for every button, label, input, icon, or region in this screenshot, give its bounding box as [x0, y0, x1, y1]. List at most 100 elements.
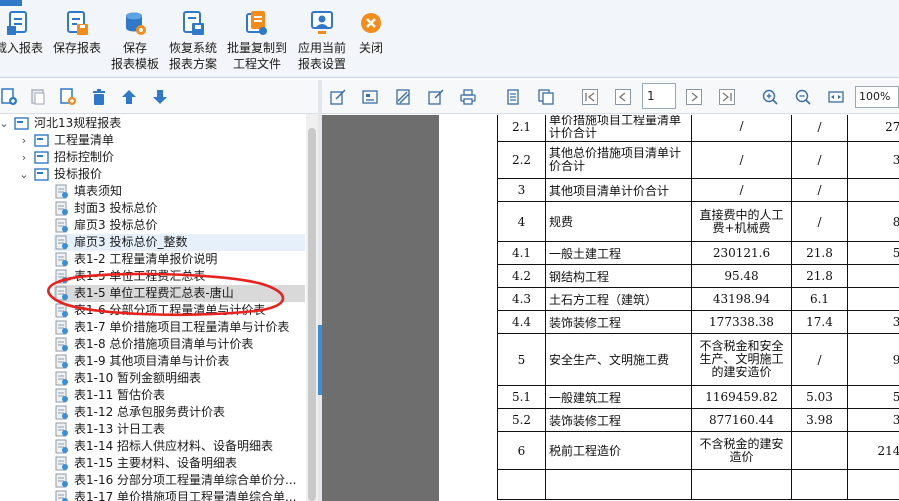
row-item-name: 装饰装修工程	[545, 310, 692, 334]
load-report-button[interactable]: 载入报表	[0, 10, 46, 76]
batch-copy-icon	[246, 11, 267, 35]
row-amount: 34	[847, 408, 899, 432]
edit-icon[interactable]	[330, 89, 346, 105]
tree-report-label: 表1-8 总价措施项目清单与计价表	[74, 337, 254, 351]
row-rate: 5.03	[791, 385, 848, 409]
report-file-icon	[55, 388, 68, 403]
row-number: 5.2	[497, 408, 546, 432]
tree-report-label: 扉页3 投标总价	[74, 218, 158, 232]
next-page-icon[interactable]	[686, 89, 702, 105]
row-number: 4	[497, 201, 546, 242]
row-basis: 877160.44	[691, 408, 792, 432]
tree-report-label: 表1-5 单位工程费汇总表-唐山	[74, 286, 234, 300]
report-tree-toolbar	[0, 80, 318, 114]
row-rate: /	[791, 178, 848, 202]
row-basis: 不含税金的建安造价	[691, 431, 792, 470]
apply-settings-button[interactable]: 应用当前 报表设置	[294, 10, 350, 76]
row-basis: 1169459.82	[691, 385, 792, 409]
copy-icon[interactable]	[538, 89, 554, 105]
design-icon[interactable]	[362, 89, 378, 105]
zoom-in-icon[interactable]	[762, 89, 778, 105]
table-row: 5.1一般建筑工程 1169459.825.0358	[497, 385, 899, 409]
row-amount	[847, 264, 899, 288]
report-page: 2.1单价措施项目工程量清单计价合计//2742.2其他总价措施项目清单计价合计…	[439, 115, 899, 501]
row-rate: /	[791, 141, 848, 179]
row-item-name: 安全生产、文明施工费	[545, 333, 692, 386]
table-row: 4.4装饰装修工程 177338.3817.430	[497, 310, 899, 334]
format-icon[interactable]	[395, 89, 411, 105]
batch-copy-button[interactable]: 批量复制到 工程文件	[224, 10, 290, 76]
row-number: 2.1	[497, 115, 546, 142]
report-file-icon	[55, 371, 68, 386]
row-number: 5.1	[497, 385, 546, 409]
zoom-select[interactable]: 100%	[855, 86, 899, 108]
report-file-icon	[55, 405, 68, 420]
page-number-input[interactable]: 1	[642, 83, 676, 109]
save-template-button[interactable]: 保存 报表模板	[108, 10, 162, 76]
tree-scrollbar-thumb[interactable]	[308, 128, 316, 501]
report-file-icon	[55, 354, 68, 369]
row-item-name-text: 单价措施项目工程量清单计价合计	[549, 115, 682, 140]
report-file-icon	[55, 286, 68, 301]
row-item-name: 单价措施项目工程量清单计价合计	[545, 115, 692, 142]
restore-scheme-button[interactable]: 恢复系统 报表方案	[166, 10, 220, 76]
tree-report-item[interactable]: 表1-5 单位工程费汇总表-唐山	[54, 285, 305, 302]
tree-scrollbar[interactable]	[306, 114, 318, 501]
row-item-name: 其他项目清单计价合计	[545, 178, 692, 202]
report-file-icon	[55, 439, 68, 454]
row-basis	[691, 469, 792, 500]
row-number: 4.4	[497, 310, 546, 334]
tree-report-label: 表1-2 工程量清单报价说明	[74, 252, 218, 266]
first-page-icon[interactable]	[582, 89, 598, 105]
row-amount: 2140	[847, 431, 899, 470]
report-file-icon	[55, 252, 68, 267]
report-file-icon	[55, 337, 68, 352]
row-rate: /	[791, 333, 848, 386]
last-page-icon[interactable]	[719, 89, 735, 105]
chevron-down-icon[interactable]: ⌄	[0, 115, 10, 132]
table-row: 5.2装饰装修工程 877160.443.9834	[497, 408, 899, 432]
row-item-name: 装饰装修工程	[545, 408, 692, 432]
row-rate: /	[791, 115, 848, 142]
tree-report-item[interactable]: 扉页3 投标总价_整数	[54, 234, 305, 251]
new-report-icon[interactable]	[0, 88, 18, 106]
zoom-out-icon[interactable]	[795, 89, 811, 105]
viewer-toolbar	[322, 80, 899, 114]
row-rate	[791, 469, 848, 500]
move-up-icon[interactable]	[120, 88, 138, 106]
table-row	[497, 469, 899, 500]
report-file-icon	[55, 303, 68, 318]
row-rate: /	[791, 201, 848, 242]
export-icon[interactable]	[505, 89, 521, 105]
row-item-name-text: 装饰装修工程	[549, 315, 622, 330]
report-file-icon	[55, 490, 68, 501]
report-file-icon	[55, 320, 68, 335]
close-button[interactable]: 关闭	[354, 10, 388, 76]
chevron-down-icon[interactable]: ⌄	[18, 166, 30, 183]
print-icon[interactable]	[460, 89, 476, 105]
pencil-doc-icon[interactable]	[428, 89, 444, 105]
copy-report-icon[interactable]	[29, 88, 47, 106]
fit-width-icon[interactable]	[828, 89, 844, 105]
row-item-name-text: 税前工程造价	[549, 444, 622, 458]
report-file-icon	[55, 235, 68, 250]
report-file-icon	[55, 218, 68, 233]
row-number: 3	[497, 178, 546, 202]
row-item-name: 土石方工程（建筑）	[545, 287, 692, 311]
row-basis: 43198.94	[691, 287, 792, 311]
add-report-icon[interactable]	[59, 88, 77, 106]
save-report-button[interactable]: 保存报表	[50, 10, 104, 76]
row-item-name-text: 其他总价措施项目清单计价合计	[549, 146, 682, 173]
tree-report-label: 表1-11 暂估价表	[74, 388, 166, 402]
row-basis: 95.48	[691, 264, 792, 288]
chevron-right-icon[interactable]: ›	[18, 132, 30, 149]
delete-icon[interactable]	[90, 88, 108, 106]
row-item-name-text: 规费	[549, 215, 574, 229]
chevron-right-icon[interactable]: ›	[18, 149, 30, 166]
row-basis: 不含税金和安全生产、文明施工的建安造价	[691, 333, 792, 386]
previous-page-icon[interactable]	[615, 89, 631, 105]
move-down-icon[interactable]	[151, 88, 169, 106]
row-basis: 230121.6	[691, 241, 792, 265]
row-amount	[847, 178, 899, 202]
row-rate	[791, 431, 848, 470]
